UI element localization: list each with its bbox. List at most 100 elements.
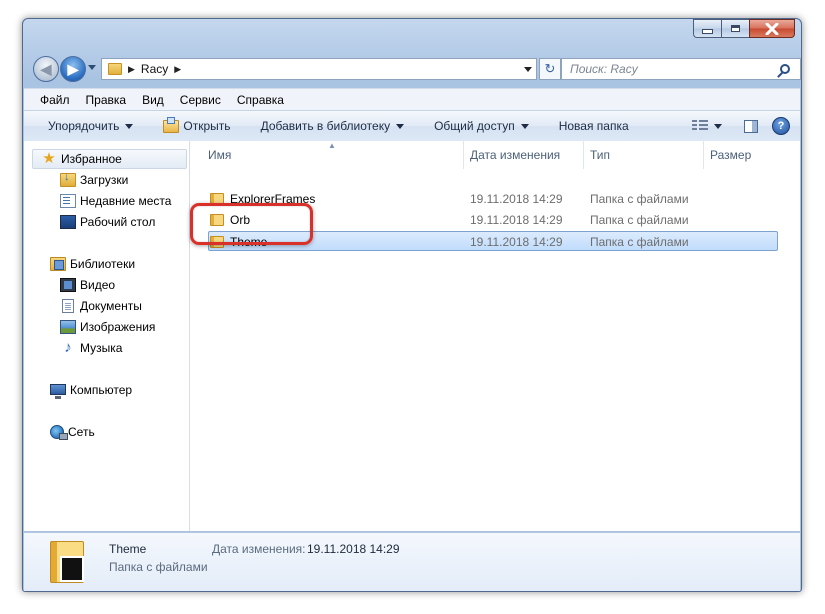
chevron-right-icon[interactable]: ▶ <box>174 64 181 75</box>
nav-favorites[interactable]: ★ Избранное <box>32 149 187 169</box>
star-icon: ★ <box>42 150 56 167</box>
nav-desktop[interactable]: Рабочий стол <box>60 212 155 232</box>
file-type: Папка с файлами <box>590 192 689 206</box>
add-to-library-button[interactable]: Добавить в библиотеку <box>253 114 413 138</box>
column-name-label: Имя <box>208 148 232 162</box>
search-box[interactable]: Поиск: Racy <box>561 58 801 80</box>
search-input[interactable]: Поиск: Racy <box>570 62 780 76</box>
folder-icon <box>108 63 122 75</box>
new-folder-label: Новая папка <box>558 119 629 133</box>
video-icon <box>60 278 76 292</box>
chevron-right-icon[interactable]: ▶ <box>128 64 135 75</box>
nav-libraries[interactable]: Библиотеки <box>50 254 135 274</box>
desktop-icon <box>60 215 76 229</box>
preview-pane-icon[interactable] <box>744 119 758 133</box>
nav-recent-places[interactable]: Недавние места <box>60 191 171 211</box>
file-name: ExplorerFrames <box>230 192 316 206</box>
column-size-label: Размер <box>710 148 752 162</box>
folder-thumbnail-icon <box>50 541 84 583</box>
new-folder-button[interactable]: Новая папка <box>551 114 637 138</box>
minimize-icon <box>702 29 713 34</box>
nav-downloads[interactable]: Загрузки <box>60 170 128 190</box>
address-path[interactable]: Racy <box>141 62 168 76</box>
dropdown-arrow-icon <box>520 123 529 129</box>
folder-icon <box>210 193 224 205</box>
menu-help[interactable]: Справка <box>229 93 292 107</box>
downloads-icon <box>60 171 76 187</box>
address-bar[interactable]: ▶ Racy ▶ <box>101 58 537 80</box>
address-row: ◀ ▶ ▶ Racy ▶ ↻ Поиск: Racy <box>31 55 801 85</box>
share-button[interactable]: Общий доступ <box>426 114 537 138</box>
maximize-button[interactable] <box>721 19 749 38</box>
menu-file[interactable]: Файл <box>24 93 78 107</box>
views-dropdown-icon[interactable] <box>714 123 722 129</box>
nav-music[interactable]: ♪ Музыка <box>60 338 122 358</box>
navigation-pane[interactable]: ★ Избранное Загрузки Недавние места Рабо… <box>24 141 190 531</box>
views-icon[interactable] <box>692 120 708 132</box>
nav-label: Изображения <box>80 320 156 334</box>
caption-buttons <box>693 19 795 38</box>
back-button[interactable]: ◀ <box>33 56 59 82</box>
menu-bar: Файл Правка Вид Сервис Справка <box>24 88 800 111</box>
file-name-cell: ExplorerFrames <box>210 189 315 209</box>
file-type: Папка с файлами <box>590 213 689 227</box>
file-list[interactable]: Имя ▲ Дата изменения Тип Размер Explorer… <box>190 141 800 531</box>
file-name-cell: Orb <box>210 210 250 230</box>
help-icon[interactable]: ? <box>772 117 790 135</box>
open-button[interactable]: Открыть <box>155 114 238 138</box>
back-arrow-icon: ◀ <box>40 60 52 77</box>
menu-view[interactable]: Вид <box>134 93 172 107</box>
file-date: 19.11.2018 14:29 <box>470 213 563 227</box>
organize-button[interactable]: Упорядочить <box>24 114 141 138</box>
table-row-selected[interactable]: Theme 19.11.2018 14:29 Папка с файлами <box>208 231 778 251</box>
folder-icon <box>210 236 224 248</box>
column-header-date[interactable]: Дата изменения <box>464 141 584 169</box>
share-label: Общий доступ <box>434 119 515 133</box>
nav-computer[interactable]: Компьютер <box>50 380 132 400</box>
menu-tools[interactable]: Сервис <box>172 93 229 107</box>
documents-icon <box>62 299 74 313</box>
recent-pages-dropdown[interactable] <box>88 65 96 70</box>
file-name-cell: Theme <box>210 232 267 252</box>
music-icon: ♪ <box>64 339 72 356</box>
nav-network[interactable]: Сеть <box>50 422 95 442</box>
organize-label: Упорядочить <box>48 119 120 133</box>
column-header-size[interactable]: Размер <box>704 141 784 169</box>
menu-edit[interactable]: Правка <box>78 93 135 107</box>
nav-label: Рабочий стол <box>80 215 156 229</box>
nav-images[interactable]: Изображения <box>60 317 155 337</box>
nav-label: Библиотеки <box>70 257 136 271</box>
forward-arrow-icon: ▶ <box>67 60 79 77</box>
folder-icon <box>210 214 224 226</box>
network-icon <box>50 425 68 440</box>
column-date-label: Дата изменения <box>470 148 561 162</box>
nav-label: Музыка <box>80 341 123 355</box>
file-date: 19.11.2018 14:29 <box>470 235 563 249</box>
search-icon[interactable] <box>780 64 790 74</box>
nav-label: Видео <box>80 278 116 292</box>
forward-button[interactable]: ▶ <box>60 56 86 82</box>
details-type: Папка с файлами <box>109 560 208 574</box>
table-row[interactable]: Orb 19.11.2018 14:29 Папка с файлами <box>208 210 778 230</box>
recent-places-icon <box>60 194 76 208</box>
column-header-type[interactable]: Тип <box>584 141 704 169</box>
table-row[interactable]: ExplorerFrames 19.11.2018 14:29 Папка с … <box>208 189 778 209</box>
sort-arrow-icon: ▲ <box>328 141 336 150</box>
close-button[interactable] <box>749 19 795 38</box>
refresh-icon: ↻ <box>544 61 556 76</box>
view-controls: ? <box>692 111 800 141</box>
minimize-button[interactable] <box>693 19 721 38</box>
libraries-icon <box>50 257 66 271</box>
computer-icon <box>50 383 66 399</box>
nav-documents[interactable]: Документы <box>60 296 142 316</box>
address-dropdown[interactable] <box>524 67 532 72</box>
nav-label: Документы <box>80 299 142 313</box>
nav-video[interactable]: Видео <box>60 275 115 295</box>
nav-label: Компьютер <box>70 383 133 397</box>
column-header-name[interactable]: Имя <box>190 141 464 169</box>
nav-label: Недавние места <box>80 194 172 208</box>
maximize-icon <box>731 25 740 32</box>
command-bar: Упорядочить Открыть Добавить в библиотек… <box>24 110 800 142</box>
refresh-button[interactable]: ↻ <box>539 58 561 80</box>
details-date-label: Дата изменения: <box>212 542 306 556</box>
